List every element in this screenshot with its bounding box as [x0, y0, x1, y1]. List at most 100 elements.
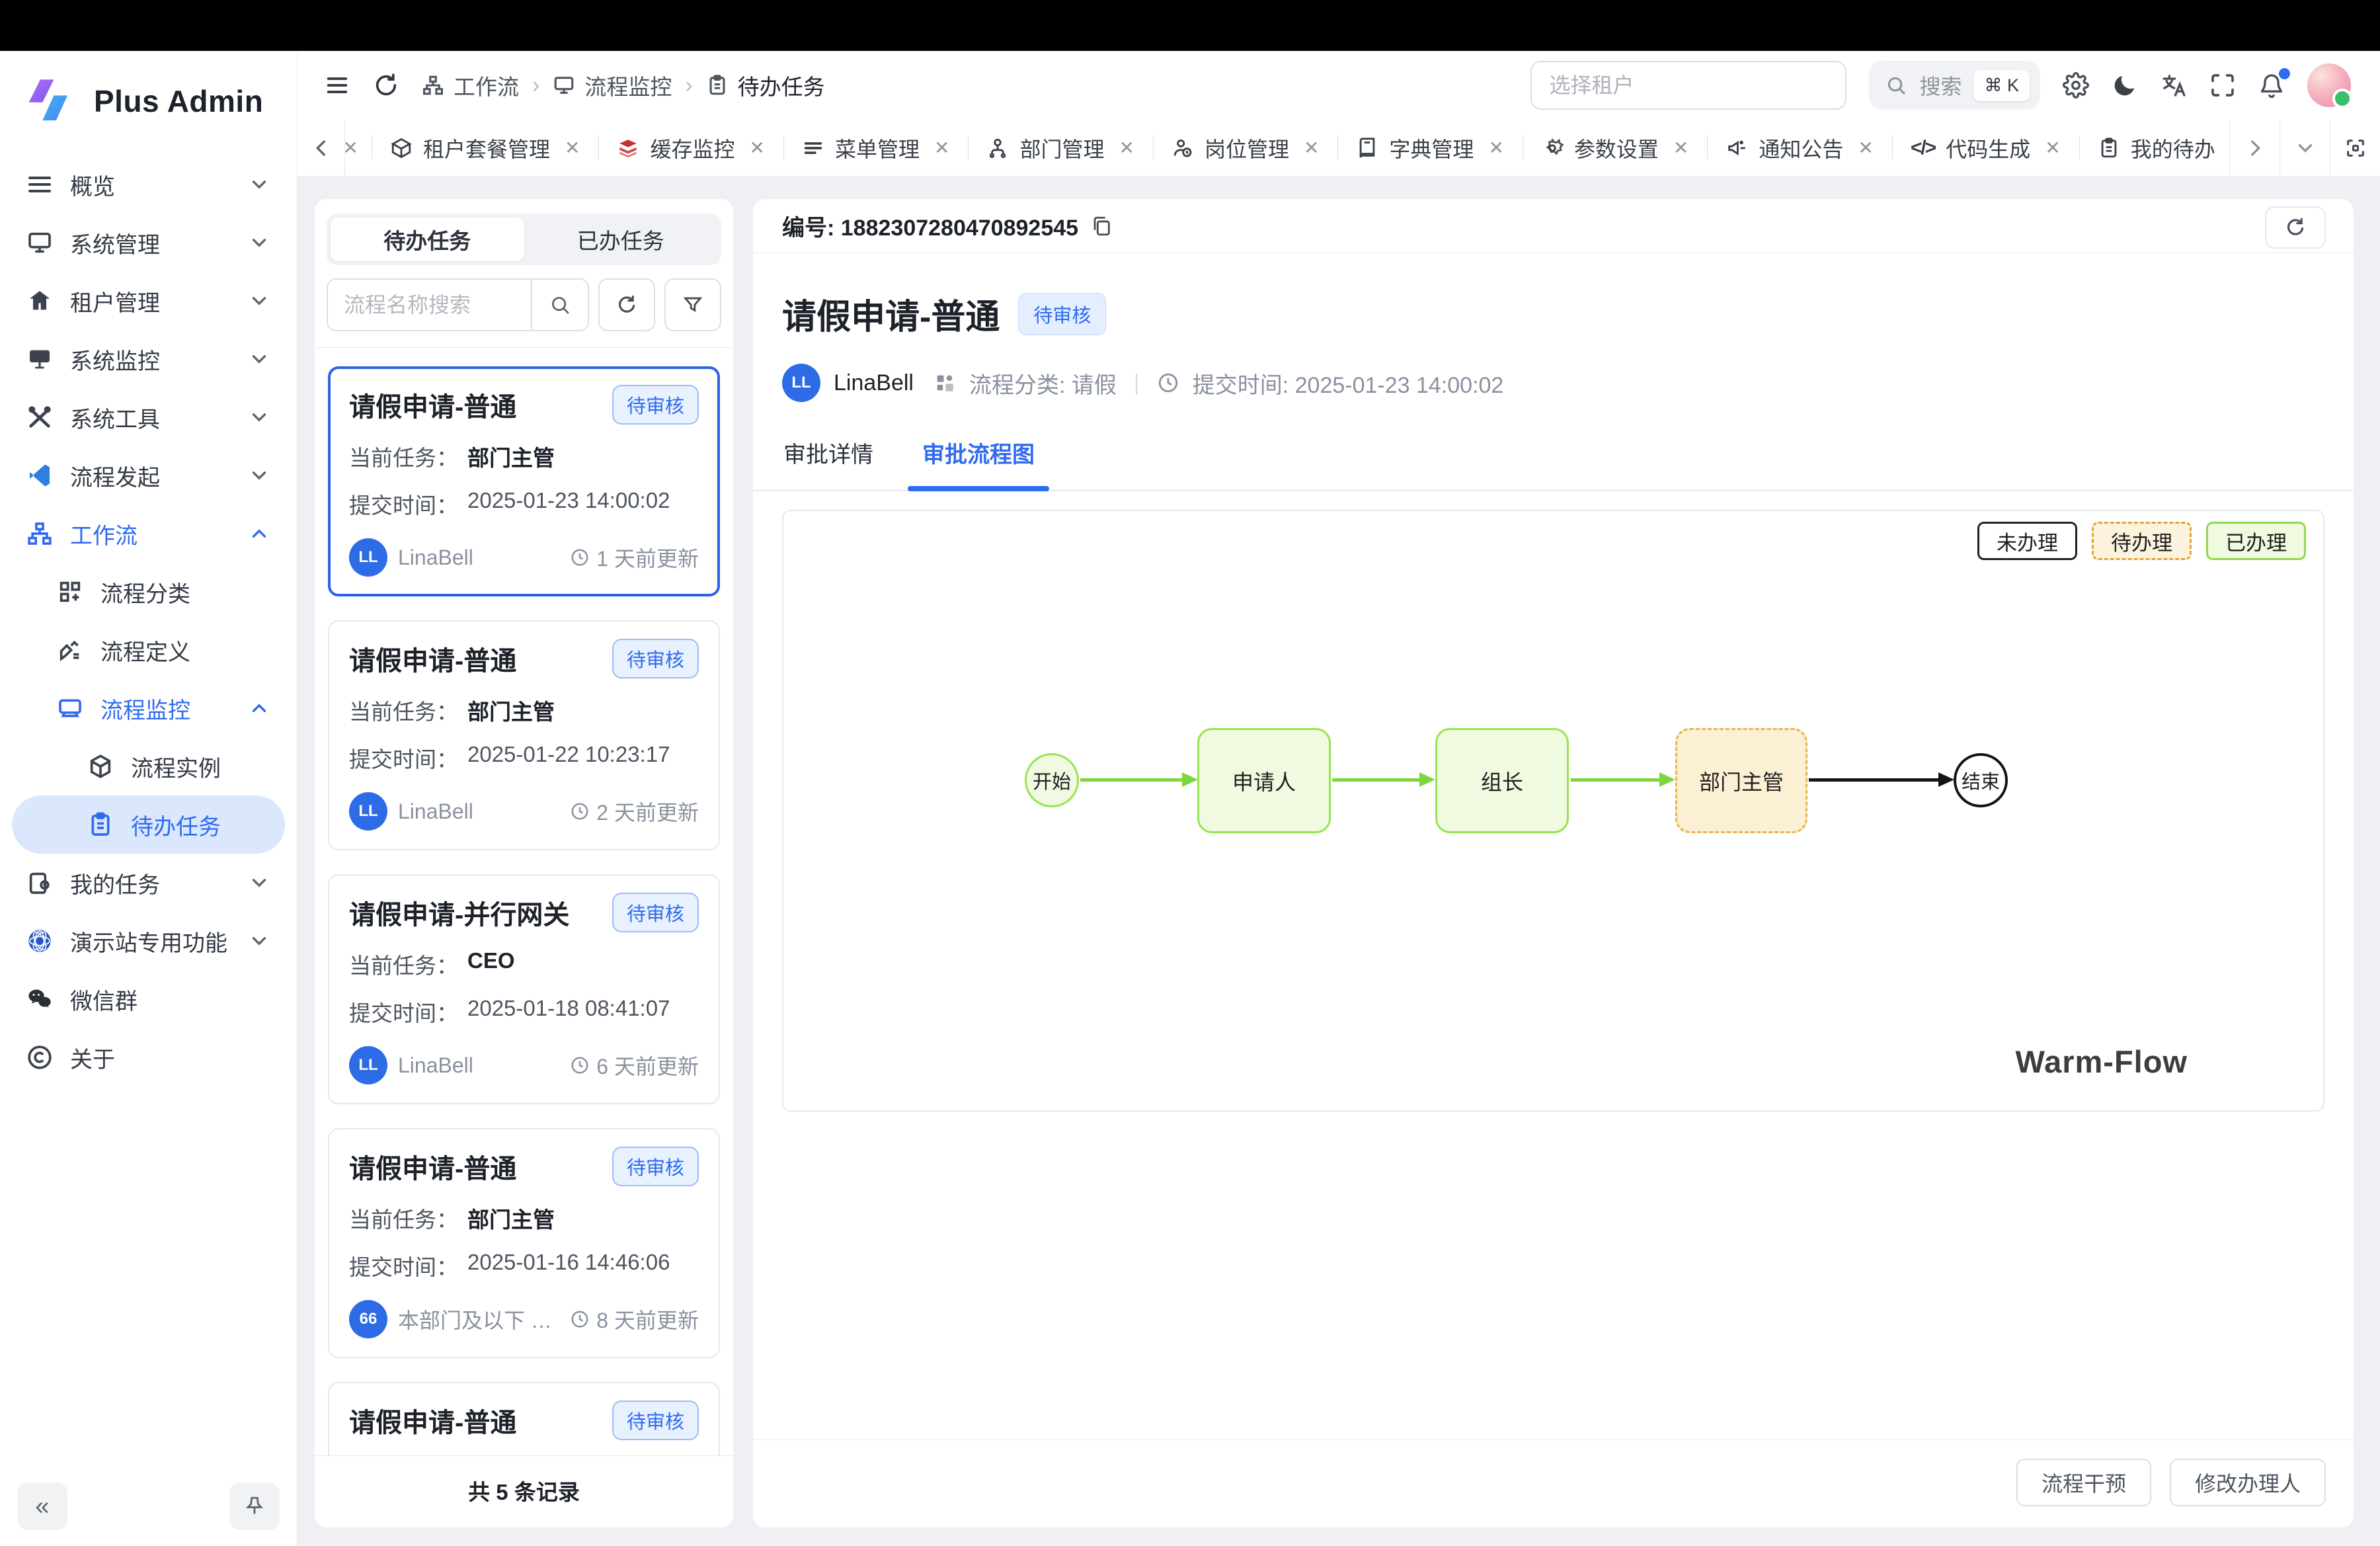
tab-code-gen[interactable]: </> 代码生成 ✕: [1892, 120, 2079, 176]
tab-my-todo[interactable]: 我的待办 ✕: [2079, 120, 2229, 176]
tab-dict-mgmt[interactable]: 字典管理 ✕: [1337, 120, 1522, 176]
divider: |: [1130, 370, 1144, 396]
updated-time: 6 天前更新: [596, 1050, 699, 1080]
close-icon[interactable]: ✕: [2045, 137, 2060, 159]
tabs-scroll-left-button[interactable]: [298, 120, 345, 176]
flow-legend: 未办理 待办理 已办理: [1977, 522, 2306, 560]
dark-mode-button[interactable]: [2112, 72, 2138, 99]
sidebar-item-process-definition[interactable]: 流程定义: [12, 621, 285, 679]
user-avatar[interactable]: [2307, 63, 2351, 107]
tab-clipped[interactable]: ✕: [345, 120, 372, 176]
content-fullscreen-button[interactable]: [2330, 120, 2380, 176]
task-card[interactable]: 请假申请-普通 待审核 当前任务：部门主管 提交时间：2025-01-23 14…: [328, 366, 720, 596]
tab-pending-tasks[interactable]: 待办任务: [331, 218, 524, 261]
flow-node-start[interactable]: 开始: [1025, 753, 1079, 807]
sidebar-item-system-mgmt[interactable]: 系统管理: [12, 214, 285, 272]
tenant-select-input[interactable]: [1530, 61, 1846, 110]
sidebar-item-overview[interactable]: 概览: [12, 155, 285, 214]
task-card[interactable]: 请假申请-并行网关 待审核 当前任务：CEO 提交时间：2025-01-18 0…: [328, 874, 720, 1104]
submit-time-value: 2025-01-23 14:00:02: [467, 488, 670, 520]
clock-icon: [570, 1055, 590, 1075]
tab-notice[interactable]: 通知公告 ✕: [1707, 120, 1891, 176]
flowchart-canvas[interactable]: 未办理 待办理 已办理 开始 申请人 组长 部门主管 结束 Warm-Flow: [782, 510, 2324, 1112]
sidebar-item-tenant-mgmt[interactable]: 租户管理: [12, 272, 285, 330]
toggle-sidebar-button[interactable]: [324, 72, 350, 99]
sidebar-item-process-category[interactable]: 流程分类: [12, 563, 285, 621]
tab-done-tasks[interactable]: 已办任务: [524, 218, 718, 261]
search-label: 搜索: [1919, 70, 1962, 101]
close-icon[interactable]: ✕: [1858, 137, 1873, 159]
sidebar-item-wechat-group[interactable]: 微信群: [12, 970, 285, 1028]
legend-pending: 待办理: [2092, 522, 2192, 560]
sidebar-item-system-monitor[interactable]: 系统监控: [12, 330, 285, 388]
fullscreen-button[interactable]: [2209, 72, 2236, 99]
sidebar-item-process-start[interactable]: 流程发起: [12, 446, 285, 505]
clock-icon: [1157, 372, 1179, 394]
flow-node-applicant[interactable]: 申请人: [1197, 728, 1331, 833]
pin-sidebar-button[interactable]: [229, 1483, 280, 1530]
tabs-scroll-area: ✕ 租户套餐管理 ✕ 缓存监控 ✕ 菜单管理 ✕: [345, 120, 2229, 176]
tab-label: 岗位管理: [1205, 133, 1289, 163]
tab-label: 通知公告: [1759, 133, 1843, 163]
settings-button[interactable]: [2063, 72, 2089, 99]
task-title: 请假申请-普通: [349, 639, 516, 678]
tab-post-mgmt[interactable]: 岗位管理 ✕: [1153, 120, 1337, 176]
breadcrumb-process-monitor[interactable]: 流程监控: [553, 69, 672, 101]
tab-menu-mgmt[interactable]: 菜单管理 ✕: [783, 120, 968, 176]
tab-approval-detail[interactable]: 审批详情: [783, 436, 873, 490]
chevron-right-icon: [2244, 137, 2266, 159]
notifications-button[interactable]: [2258, 72, 2285, 99]
flow-node-end[interactable]: 结束: [1954, 753, 2008, 807]
tabs-scroll-right-button[interactable]: [2229, 120, 2280, 176]
process-intervene-button[interactable]: 流程干预: [2016, 1459, 2151, 1506]
task-card[interactable]: 请假申请-普通 待审核 当前任务：组长 提交时间：2025-01-16 14:4…: [328, 1382, 720, 1455]
category-grid-icon: [933, 372, 956, 394]
sidebar-item-workflow[interactable]: 工作流: [12, 505, 285, 563]
breadcrumb-workflow[interactable]: 工作流: [422, 69, 519, 101]
close-icon[interactable]: ✕: [1304, 137, 1319, 159]
tab-cache-monitor[interactable]: 缓存监控 ✕: [598, 120, 783, 176]
close-icon[interactable]: ✕: [1488, 137, 1503, 159]
breadcrumb-todo-tasks[interactable]: 待办任务: [706, 69, 825, 101]
sidebar-item-demo-features[interactable]: 演示站专用功能: [12, 912, 285, 970]
process-search-input[interactable]: [328, 280, 531, 330]
sidebar-item-system-tools[interactable]: 系统工具: [12, 388, 285, 446]
close-icon[interactable]: ✕: [1673, 137, 1688, 159]
detail-tabs: 审批详情 审批流程图: [753, 436, 2354, 491]
sidebar-item-my-tasks[interactable]: 我的任务: [12, 854, 285, 912]
refresh-page-button[interactable]: [373, 72, 399, 99]
logo[interactable]: Plus Admin: [0, 51, 297, 138]
close-icon[interactable]: ✕: [934, 137, 949, 159]
tab-dept-mgmt[interactable]: 部门管理 ✕: [968, 120, 1152, 176]
status-badge: 待审核: [612, 1147, 699, 1186]
detail-refresh-button[interactable]: [2265, 206, 2326, 249]
list-refresh-button[interactable]: [598, 278, 655, 331]
flow-node-dept-manager[interactable]: 部门主管: [1675, 728, 1807, 833]
close-icon[interactable]: ✕: [1119, 137, 1134, 159]
tab-approval-flowchart[interactable]: 审批流程图: [922, 436, 1035, 490]
copy-icon[interactable]: [1090, 215, 1113, 237]
flow-node-team-leader[interactable]: 组长: [1435, 728, 1569, 833]
collapse-sidebar-button[interactable]: «: [17, 1483, 67, 1530]
task-title: 请假申请-普通: [349, 1401, 516, 1440]
tabs-menu-button[interactable]: [2280, 120, 2330, 176]
task-card[interactable]: 请假申请-普通 待审核 当前任务：部门主管 提交时间：2025-01-22 10…: [328, 620, 720, 850]
tab-tenant-package[interactable]: 租户套餐管理 ✕: [372, 120, 598, 176]
sidebar-item-process-monitor[interactable]: 流程监控: [12, 679, 285, 737]
sidebar-item-todo-tasks[interactable]: 待办任务: [12, 795, 285, 854]
sidebar-item-process-instance[interactable]: 流程实例: [12, 737, 285, 795]
screen-top-strip: [0, 0, 2380, 51]
process-id: 编号: 1882307280470892545: [782, 210, 1078, 242]
close-icon[interactable]: ✕: [750, 137, 765, 159]
tab-label: 字典管理: [1389, 133, 1474, 163]
close-icon[interactable]: ✕: [565, 137, 580, 159]
search-submit-button[interactable]: [531, 280, 588, 330]
sidebar-item-about[interactable]: 关于: [12, 1028, 285, 1086]
close-icon[interactable]: ✕: [345, 137, 358, 159]
tab-param-settings[interactable]: 参数设置 ✕: [1523, 120, 1707, 176]
task-card[interactable]: 请假申请-普通 待审核 当前任务：部门主管 提交时间：2025-01-16 14…: [328, 1128, 720, 1358]
list-filter-button[interactable]: [664, 278, 721, 331]
change-assignee-button[interactable]: 修改办理人: [2170, 1459, 2326, 1506]
global-search-button[interactable]: 搜索 ⌘ K: [1869, 61, 2040, 110]
language-button[interactable]: [2161, 72, 2187, 99]
